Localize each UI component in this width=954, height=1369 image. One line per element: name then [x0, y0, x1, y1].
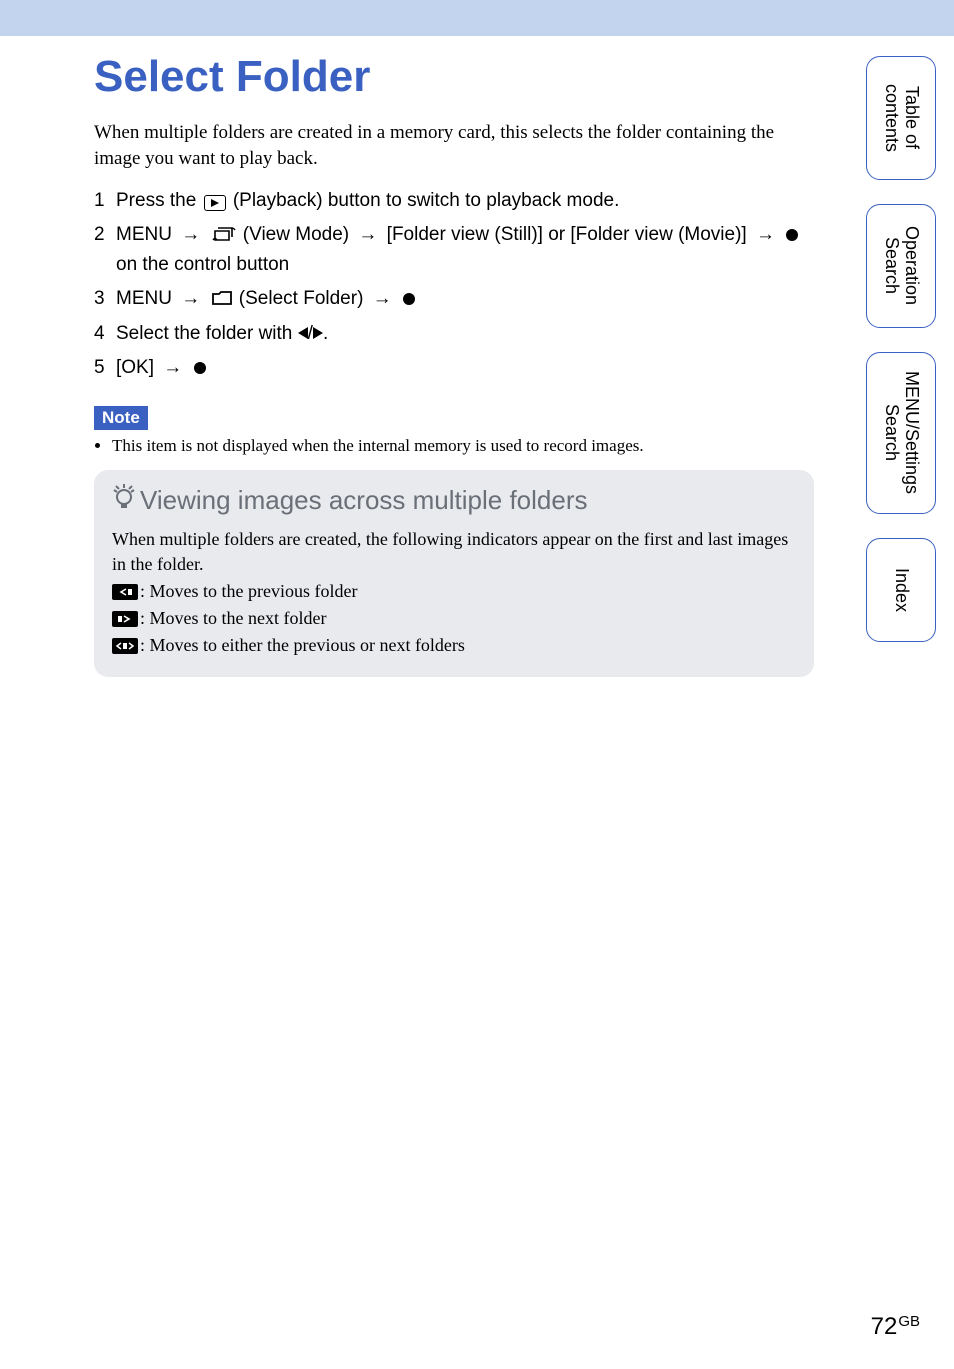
- indicator-both-text: : Moves to either the previous or next f…: [140, 633, 465, 658]
- playback-icon: [204, 195, 226, 211]
- arrow-icon: →: [163, 354, 182, 382]
- arrow-icon: →: [373, 285, 392, 313]
- step-3: MENU → (Select Folder) →: [94, 285, 814, 315]
- page-number-suffix: GB: [898, 1313, 920, 1330]
- indicator-next: : Moves to the next folder: [112, 606, 796, 631]
- page-number-value: 72: [871, 1313, 898, 1340]
- indicator-both: : Moves to either the previous or next f…: [112, 633, 796, 658]
- arrow-icon: →: [358, 221, 377, 249]
- step-3-text-a: MENU: [116, 288, 177, 309]
- center-button-icon: [403, 293, 415, 305]
- lightbulb-icon: [112, 484, 136, 517]
- header-band: [0, 0, 954, 36]
- prev-folder-icon: [112, 584, 138, 600]
- tab-label: Table of contents: [881, 73, 921, 163]
- tip-box: Viewing images across multiple folders W…: [94, 470, 814, 677]
- view-mode-icon: [212, 224, 236, 252]
- side-tabs: Table of contents Operation Search MENU/…: [866, 56, 936, 642]
- step-1-text-b: (Playback) button to switch to playback …: [233, 190, 620, 211]
- notes-list: This item is not displayed when the inte…: [112, 436, 814, 456]
- steps-list: Press the (Playback) button to switch to…: [94, 187, 814, 381]
- step-1-text-a: Press the: [116, 190, 202, 211]
- indicator-prev: : Moves to the previous folder: [112, 579, 796, 604]
- arrow-icon: →: [756, 221, 775, 249]
- step-3-text-b: (Select Folder): [239, 288, 369, 309]
- arrow-icon: →: [181, 285, 200, 313]
- step-2-text-b: (View Mode): [243, 224, 355, 245]
- step-4: Select the folder with /.: [94, 320, 814, 348]
- both-folder-icon: [112, 638, 138, 654]
- indicator-next-text: : Moves to the next folder: [140, 606, 326, 631]
- step-2-text-a: MENU: [116, 224, 177, 245]
- step-1: Press the (Playback) button to switch to…: [94, 187, 814, 215]
- step-2-text-d: on the control button: [116, 254, 289, 275]
- step-2-text-c: [Folder view (Still)] or [Folder view (M…: [387, 224, 752, 245]
- step-5-text-a: [OK]: [116, 357, 159, 378]
- tab-operation-search[interactable]: Operation Search: [866, 204, 936, 328]
- folder-icon: [212, 287, 232, 315]
- step-5: [OK] →: [94, 354, 814, 382]
- tab-index[interactable]: Index: [866, 538, 936, 642]
- tip-lead: When multiple folders are created, the f…: [112, 527, 796, 577]
- step-4-text-a: Select the folder with: [116, 323, 298, 344]
- left-arrow-icon: [298, 327, 308, 339]
- tab-menu-settings-search[interactable]: MENU/Settings Search: [866, 352, 936, 514]
- indicator-prev-text: : Moves to the previous folder: [140, 579, 357, 604]
- step-2: MENU → (View Mode) → [Folder view (Still…: [94, 221, 814, 279]
- note-item: This item is not displayed when the inte…: [112, 436, 814, 456]
- page-title: Select Folder: [94, 52, 814, 102]
- tab-label: Index: [891, 568, 911, 612]
- tab-label: MENU/Settings Search: [881, 369, 921, 497]
- tab-table-of-contents[interactable]: Table of contents: [866, 56, 936, 180]
- step-4-text-b: .: [323, 323, 328, 344]
- intro-text: When multiple folders are created in a m…: [94, 120, 814, 171]
- tab-label: Operation Search: [881, 221, 921, 311]
- center-button-icon: [194, 362, 206, 374]
- right-arrow-icon: [313, 327, 323, 339]
- note-label: Note: [94, 406, 148, 430]
- arrow-icon: →: [181, 221, 200, 249]
- tip-title: Viewing images across multiple folders: [140, 485, 588, 516]
- main-content: Select Folder When multiple folders are …: [94, 36, 814, 677]
- page-number: 72GB: [871, 1313, 920, 1341]
- next-folder-icon: [112, 611, 138, 627]
- center-button-icon: [786, 229, 798, 241]
